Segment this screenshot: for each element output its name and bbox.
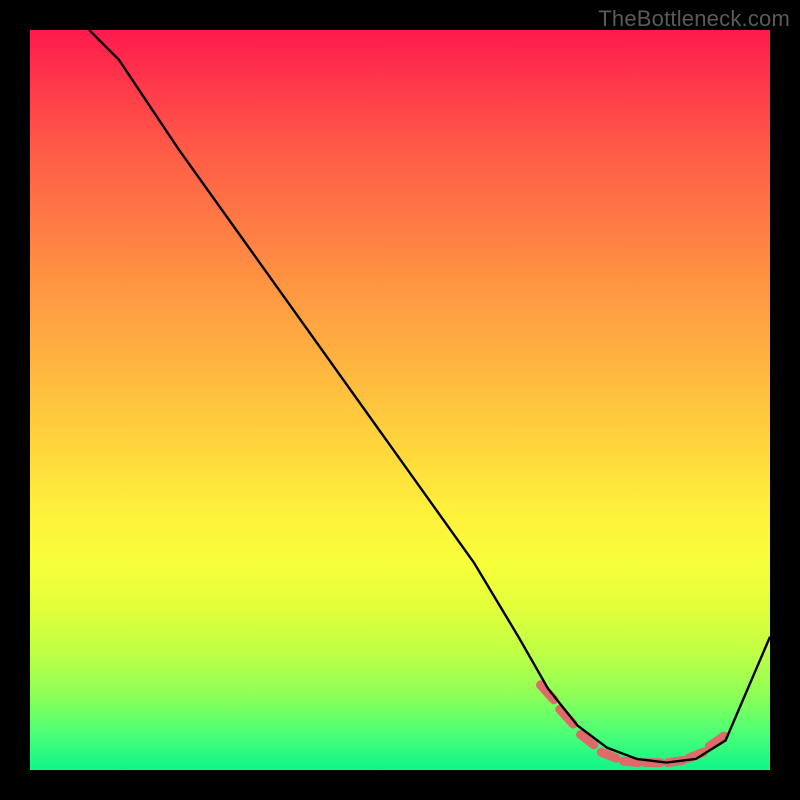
dash-segment bbox=[601, 752, 616, 758]
dash-segment bbox=[624, 761, 639, 763]
chart-frame: TheBottleneck.com bbox=[0, 0, 800, 800]
dash-overlay bbox=[541, 685, 725, 763]
curve-line bbox=[89, 30, 770, 763]
watermark-text: TheBottleneck.com bbox=[598, 6, 790, 32]
chart-plot-area bbox=[30, 30, 770, 770]
chart-svg bbox=[30, 30, 770, 770]
